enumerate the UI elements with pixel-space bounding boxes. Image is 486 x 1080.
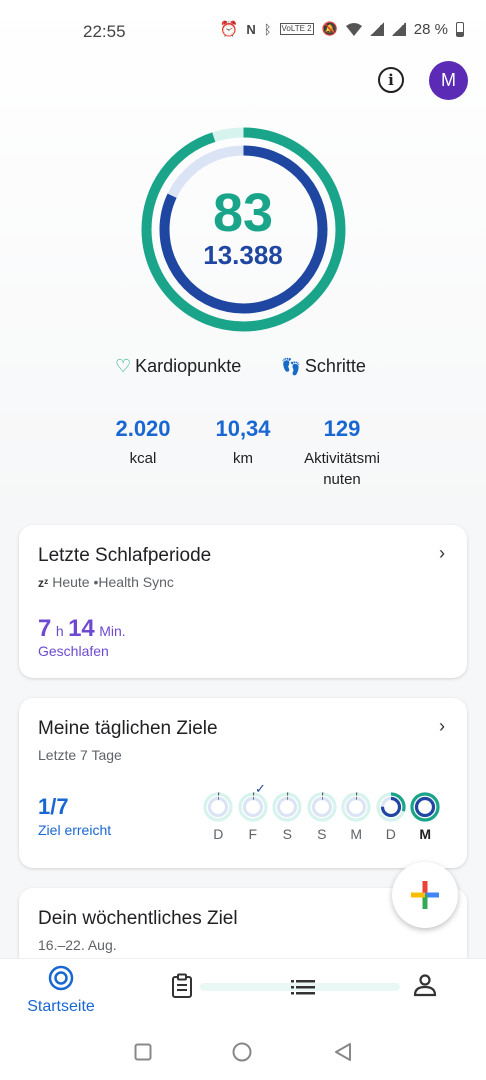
goal-day: F bbox=[236, 792, 271, 842]
status-time: 22:55 bbox=[83, 22, 126, 41]
goals-card-title: Meine täglichen Ziele bbox=[38, 718, 218, 739]
goal-day-label: D bbox=[385, 826, 396, 842]
goal-day-steps-ring-track bbox=[277, 796, 298, 818]
status-bar: 22:55 ⏰ N ᛒ VoLTE 2 🔕 28 % bbox=[0, 0, 486, 62]
goal-day-rings bbox=[376, 792, 406, 822]
legend-heart-points: ♡ Kardiopunkte bbox=[115, 356, 241, 377]
goal-day-steps-ring-track bbox=[311, 796, 332, 818]
sleep-source-app: Health Sync bbox=[98, 574, 174, 590]
bluetooth-icon: ᛒ bbox=[263, 21, 272, 37]
daily-goals-card[interactable]: Meine täglichen Ziele › Letzte 7 Tage 1/… bbox=[19, 698, 467, 868]
clipboard-icon bbox=[172, 973, 192, 998]
alarm-icon: ⏰ bbox=[219, 21, 239, 38]
nav-browse[interactable] bbox=[291, 979, 315, 1000]
battery-text: 28 % bbox=[413, 20, 448, 38]
nfc-icon: N bbox=[246, 21, 256, 37]
stat-label: km bbox=[233, 450, 253, 467]
goal-day-label: S bbox=[317, 826, 327, 842]
system-navigation bbox=[0, 1023, 486, 1080]
sleep-minutes-unit: Min. bbox=[99, 623, 126, 639]
weekly-date-range: 16.–22. Aug. bbox=[38, 937, 117, 953]
avatar[interactable]: M bbox=[429, 61, 468, 100]
plus-icon bbox=[411, 881, 439, 909]
stat-value: 2.020 bbox=[115, 416, 171, 441]
nav-journal[interactable] bbox=[170, 973, 194, 1004]
footsteps-icon: 👣 bbox=[281, 358, 301, 376]
signal-icon-1 bbox=[369, 22, 384, 36]
goal-day-label: M bbox=[350, 826, 363, 842]
goal-day-label: M bbox=[419, 826, 432, 842]
stat-label: kcal bbox=[129, 450, 157, 467]
goals-value: 1/7 bbox=[38, 794, 69, 819]
goal-day-steps-ring-track bbox=[242, 796, 263, 818]
legend-heart-label: Kardiopunkte bbox=[135, 356, 242, 376]
stat-distance: 10,34 km bbox=[203, 416, 283, 469]
recents-icon[interactable] bbox=[134, 1043, 152, 1061]
volte-icon: VoLTE 2 bbox=[279, 23, 314, 35]
info-icon[interactable]: i bbox=[378, 67, 404, 93]
goal-day: D bbox=[374, 792, 409, 842]
person-icon bbox=[413, 974, 437, 997]
goal-day-rings bbox=[341, 792, 371, 822]
goal-day-rings bbox=[272, 792, 302, 822]
goal-day-label: F bbox=[248, 826, 258, 842]
legend-steps-label: Schritte bbox=[304, 356, 366, 376]
sleep-icon: zᶻ bbox=[38, 576, 49, 590]
stat-calories: 2.020 kcal bbox=[103, 416, 183, 469]
status-icons: ⏰ N ᛒ VoLTE 2 🔕 28 % bbox=[220, 20, 464, 38]
legend-steps: 👣 Schritte bbox=[281, 356, 366, 377]
chevron-right-icon: › bbox=[439, 716, 445, 736]
goal-day: S bbox=[305, 792, 340, 842]
goal-day-steps-ring-track bbox=[208, 796, 229, 818]
mute-icon: 🔕 bbox=[321, 21, 338, 36]
goal-day-label: S bbox=[282, 826, 292, 842]
goal-day: D bbox=[201, 792, 236, 842]
goals-label: Ziel erreicht bbox=[38, 822, 112, 838]
signal-icon-2 bbox=[391, 22, 406, 36]
goal-day-rings bbox=[203, 792, 233, 822]
goal-day-label: D bbox=[213, 826, 224, 842]
sleep-minutes: 14 bbox=[68, 615, 95, 642]
wifi-icon bbox=[345, 22, 362, 36]
sleep-label: Geschlafen bbox=[38, 643, 109, 659]
add-button[interactable] bbox=[392, 862, 458, 928]
goal-day: M bbox=[339, 792, 374, 842]
heart-icon: ♡ bbox=[115, 356, 132, 376]
heart-points-value: 83 bbox=[212, 183, 274, 243]
nav-home-label: Startseite bbox=[27, 998, 95, 1015]
sleep-duration: 7 h 14 Min. bbox=[38, 615, 126, 643]
stat-value: 129 bbox=[323, 416, 361, 441]
sleep-source-day: Heute bbox=[52, 574, 90, 590]
home-icon[interactable] bbox=[232, 1042, 252, 1062]
back-icon[interactable] bbox=[334, 1042, 352, 1062]
goal-day-rings bbox=[307, 792, 337, 822]
sleep-card-title: Letzte Schlafperiode bbox=[38, 545, 212, 566]
goal-day: M bbox=[408, 792, 443, 842]
stat-label: Aktivitätsmi nuten bbox=[304, 450, 380, 488]
goal-day-steps-ring-track bbox=[346, 796, 367, 818]
steps-value: 13.388 bbox=[203, 240, 283, 270]
battery-icon bbox=[456, 21, 464, 37]
goals-subtitle: Letzte 7 Tage bbox=[38, 747, 122, 763]
stat-active-minutes: 129 Aktivitätsmi nuten bbox=[290, 416, 394, 490]
bottom-navigation: Startseite bbox=[0, 958, 486, 1023]
goal-day-steps-ring bbox=[415, 796, 436, 818]
sleep-hours: 7 bbox=[38, 615, 52, 642]
nav-home[interactable]: Startseite bbox=[20, 965, 102, 1016]
home-rings-icon bbox=[48, 965, 74, 991]
goals-days: DFSSMDM bbox=[201, 792, 443, 842]
nav-profile[interactable] bbox=[413, 973, 437, 1002]
sleep-hours-unit: h bbox=[55, 623, 64, 639]
chevron-right-icon: › bbox=[439, 543, 445, 563]
goal-day-rings bbox=[238, 792, 268, 822]
goal-day: S bbox=[270, 792, 305, 842]
sleep-source: zᶻ Heute •Health Sync bbox=[38, 574, 174, 590]
stat-value: 10,34 bbox=[215, 416, 271, 441]
sleep-card[interactable]: Letzte Schlafperiode › zᶻ Heute •Health … bbox=[19, 525, 467, 678]
goal-day-rings bbox=[410, 792, 440, 822]
list-icon bbox=[291, 980, 315, 995]
weekly-card-title: Dein wöchentliches Ziel bbox=[38, 908, 238, 929]
